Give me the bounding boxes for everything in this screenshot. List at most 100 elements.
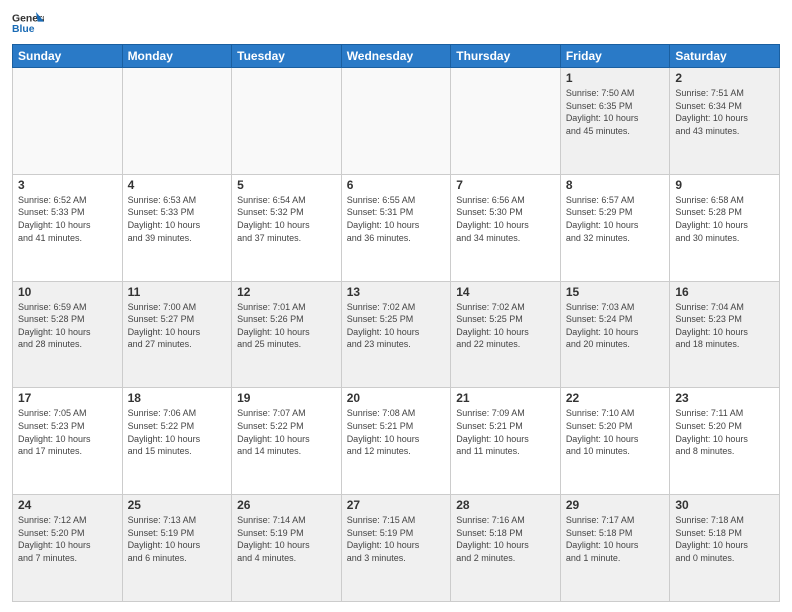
- calendar-cell: 24 Sunrise: 7:12 AM Sunset: 5:20 PM Dayli…: [13, 495, 123, 602]
- day-number: 5: [237, 178, 336, 192]
- calendar-cell: 13 Sunrise: 7:02 AM Sunset: 5:25 PM Dayli…: [341, 281, 451, 388]
- day-info: Sunrise: 6:58 AM Sunset: 5:28 PM Dayligh…: [675, 194, 774, 244]
- day-info: Sunrise: 7:01 AM Sunset: 5:26 PM Dayligh…: [237, 301, 336, 351]
- weekday-header: Wednesday: [341, 45, 451, 68]
- calendar-week: 1 Sunrise: 7:50 AM Sunset: 6:35 PM Daylig…: [13, 68, 780, 175]
- day-info: Sunrise: 7:13 AM Sunset: 5:19 PM Dayligh…: [128, 514, 227, 564]
- day-info: Sunrise: 7:50 AM Sunset: 6:35 PM Dayligh…: [566, 87, 665, 137]
- calendar-cell: [232, 68, 342, 175]
- weekday-header: Friday: [560, 45, 670, 68]
- weekday-header: Thursday: [451, 45, 561, 68]
- day-info: Sunrise: 6:52 AM Sunset: 5:33 PM Dayligh…: [18, 194, 117, 244]
- day-info: Sunrise: 7:15 AM Sunset: 5:19 PM Dayligh…: [347, 514, 446, 564]
- day-info: Sunrise: 7:02 AM Sunset: 5:25 PM Dayligh…: [456, 301, 555, 351]
- day-number: 22: [566, 391, 665, 405]
- weekday-header: Tuesday: [232, 45, 342, 68]
- day-info: Sunrise: 7:06 AM Sunset: 5:22 PM Dayligh…: [128, 407, 227, 457]
- calendar-cell: 4Sunrise: 6:53 AM Sunset: 5:33 PM Daylig…: [122, 174, 232, 281]
- day-info: Sunrise: 7:04 AM Sunset: 5:23 PM Dayligh…: [675, 301, 774, 351]
- logo: General Blue: [12, 10, 44, 38]
- calendar-week: 10 Sunrise: 6:59 AM Sunset: 5:28 PM Dayli…: [13, 281, 780, 388]
- svg-text:Blue: Blue: [12, 24, 35, 35]
- day-number: 24: [18, 498, 117, 512]
- calendar-cell: 1 Sunrise: 7:50 AM Sunset: 6:35 PM Daylig…: [560, 68, 670, 175]
- calendar-cell: [341, 68, 451, 175]
- day-number: 10: [18, 285, 117, 299]
- calendar-cell: 10 Sunrise: 6:59 AM Sunset: 5:28 PM Dayli…: [13, 281, 123, 388]
- calendar-cell: 23 Sunrise: 7:11 AM Sunset: 5:20 PM Dayli…: [670, 388, 780, 495]
- day-number: 7: [456, 178, 555, 192]
- calendar-cell: 20Sunrise: 7:08 AM Sunset: 5:21 PM Dayli…: [341, 388, 451, 495]
- day-number: 12: [237, 285, 336, 299]
- day-info: Sunrise: 7:02 AM Sunset: 5:25 PM Dayligh…: [347, 301, 446, 351]
- day-number: 6: [347, 178, 446, 192]
- calendar-cell: 27 Sunrise: 7:15 AM Sunset: 5:19 PM Dayli…: [341, 495, 451, 602]
- calendar-cell: 15 Sunrise: 7:03 AM Sunset: 5:24 PM Dayli…: [560, 281, 670, 388]
- day-info: Sunrise: 7:11 AM Sunset: 5:20 PM Dayligh…: [675, 407, 774, 457]
- day-number: 16: [675, 285, 774, 299]
- weekday-header: Sunday: [13, 45, 123, 68]
- day-number: 13: [347, 285, 446, 299]
- calendar-table: SundayMondayTuesdayWednesdayThursdayFrid…: [12, 44, 780, 602]
- page: General Blue SundayMondayTuesdayWednesda…: [0, 0, 792, 612]
- calendar-cell: 14 Sunrise: 7:02 AM Sunset: 5:25 PM Dayli…: [451, 281, 561, 388]
- day-info: Sunrise: 7:51 AM Sunset: 6:34 PM Dayligh…: [675, 87, 774, 137]
- calendar-cell: 16 Sunrise: 7:04 AM Sunset: 5:23 PM Dayli…: [670, 281, 780, 388]
- calendar-cell: 9Sunrise: 6:58 AM Sunset: 5:28 PM Daylig…: [670, 174, 780, 281]
- calendar-cell: 17 Sunrise: 7:05 AM Sunset: 5:23 PM Dayli…: [13, 388, 123, 495]
- calendar-cell: 29Sunrise: 7:17 AM Sunset: 5:18 PM Dayli…: [560, 495, 670, 602]
- day-number: 11: [128, 285, 227, 299]
- day-info: Sunrise: 7:16 AM Sunset: 5:18 PM Dayligh…: [456, 514, 555, 564]
- calendar-cell: 8Sunrise: 6:57 AM Sunset: 5:29 PM Daylig…: [560, 174, 670, 281]
- calendar-cell: 7 Sunrise: 6:56 AM Sunset: 5:30 PM Daylig…: [451, 174, 561, 281]
- day-number: 21: [456, 391, 555, 405]
- weekday-header: Saturday: [670, 45, 780, 68]
- day-info: Sunrise: 7:07 AM Sunset: 5:22 PM Dayligh…: [237, 407, 336, 457]
- calendar-week: 17 Sunrise: 7:05 AM Sunset: 5:23 PM Dayli…: [13, 388, 780, 495]
- day-number: 28: [456, 498, 555, 512]
- calendar-week: 24 Sunrise: 7:12 AM Sunset: 5:20 PM Dayli…: [13, 495, 780, 602]
- calendar-cell: 2 Sunrise: 7:51 AM Sunset: 6:34 PM Daylig…: [670, 68, 780, 175]
- day-info: Sunrise: 7:00 AM Sunset: 5:27 PM Dayligh…: [128, 301, 227, 351]
- day-info: Sunrise: 7:03 AM Sunset: 5:24 PM Dayligh…: [566, 301, 665, 351]
- header-row: SundayMondayTuesdayWednesdayThursdayFrid…: [13, 45, 780, 68]
- day-number: 23: [675, 391, 774, 405]
- calendar-cell: 18 Sunrise: 7:06 AM Sunset: 5:22 PM Dayli…: [122, 388, 232, 495]
- day-number: 25: [128, 498, 227, 512]
- day-number: 18: [128, 391, 227, 405]
- day-number: 3: [18, 178, 117, 192]
- calendar-cell: 12 Sunrise: 7:01 AM Sunset: 5:26 PM Dayli…: [232, 281, 342, 388]
- day-number: 30: [675, 498, 774, 512]
- day-number: 2: [675, 71, 774, 85]
- day-info: Sunrise: 7:18 AM Sunset: 5:18 PM Dayligh…: [675, 514, 774, 564]
- day-info: Sunrise: 6:59 AM Sunset: 5:28 PM Dayligh…: [18, 301, 117, 351]
- calendar-cell: 22 Sunrise: 7:10 AM Sunset: 5:20 PM Dayli…: [560, 388, 670, 495]
- weekday-header: Monday: [122, 45, 232, 68]
- day-info: Sunrise: 7:08 AM Sunset: 5:21 PM Dayligh…: [347, 407, 446, 457]
- day-info: Sunrise: 7:09 AM Sunset: 5:21 PM Dayligh…: [456, 407, 555, 457]
- day-number: 29: [566, 498, 665, 512]
- calendar-cell: 3 Sunrise: 6:52 AM Sunset: 5:33 PM Daylig…: [13, 174, 123, 281]
- day-info: Sunrise: 7:12 AM Sunset: 5:20 PM Dayligh…: [18, 514, 117, 564]
- day-number: 19: [237, 391, 336, 405]
- day-number: 1: [566, 71, 665, 85]
- day-number: 8: [566, 178, 665, 192]
- day-number: 15: [566, 285, 665, 299]
- day-info: Sunrise: 7:10 AM Sunset: 5:20 PM Dayligh…: [566, 407, 665, 457]
- day-number: 17: [18, 391, 117, 405]
- calendar-cell: 11 Sunrise: 7:00 AM Sunset: 5:27 PM Dayli…: [122, 281, 232, 388]
- calendar-cell: 6Sunrise: 6:55 AM Sunset: 5:31 PM Daylig…: [341, 174, 451, 281]
- day-info: Sunrise: 6:56 AM Sunset: 5:30 PM Dayligh…: [456, 194, 555, 244]
- calendar-cell: 26Sunrise: 7:14 AM Sunset: 5:19 PM Dayli…: [232, 495, 342, 602]
- calendar-cell: 5 Sunrise: 6:54 AM Sunset: 5:32 PM Daylig…: [232, 174, 342, 281]
- day-info: Sunrise: 7:05 AM Sunset: 5:23 PM Dayligh…: [18, 407, 117, 457]
- calendar-cell: [451, 68, 561, 175]
- logo-icon: General Blue: [12, 10, 44, 38]
- calendar-cell: 19 Sunrise: 7:07 AM Sunset: 5:22 PM Dayli…: [232, 388, 342, 495]
- day-info: Sunrise: 6:54 AM Sunset: 5:32 PM Dayligh…: [237, 194, 336, 244]
- calendar-cell: 21 Sunrise: 7:09 AM Sunset: 5:21 PM Dayli…: [451, 388, 561, 495]
- calendar-week: 3 Sunrise: 6:52 AM Sunset: 5:33 PM Daylig…: [13, 174, 780, 281]
- day-info: Sunrise: 7:14 AM Sunset: 5:19 PM Dayligh…: [237, 514, 336, 564]
- day-number: 27: [347, 498, 446, 512]
- day-number: 14: [456, 285, 555, 299]
